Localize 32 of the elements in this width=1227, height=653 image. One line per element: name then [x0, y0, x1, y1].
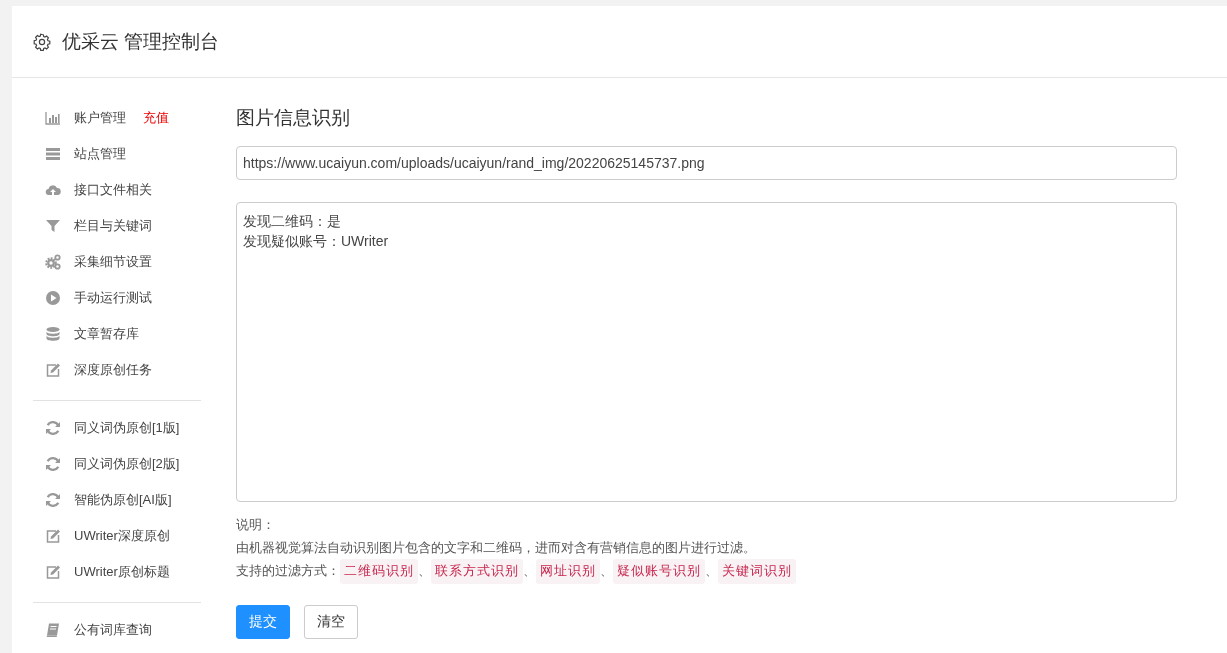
filter-tag: 二维码识别 — [340, 559, 418, 584]
sidebar-item[interactable]: 文章暂存库 — [74, 325, 139, 343]
sidebar-item[interactable]: 站点管理 — [74, 145, 126, 163]
separator-text: 、 — [705, 562, 718, 580]
sidebar-item[interactable]: 手动运行测试 — [74, 289, 152, 307]
sidebar-item[interactable]: 采集细节设置 — [74, 253, 152, 271]
separator-text: 、 — [418, 562, 431, 580]
sidebar-item[interactable]: 账户管理 — [74, 109, 126, 127]
app-title: 优采云 管理控制台 — [62, 29, 220, 54]
sidebar-item[interactable]: 栏目与关键词 — [74, 217, 152, 235]
sidebar-item[interactable]: 深度原创任务 — [74, 361, 152, 379]
sidebar-item[interactable]: 同义词伪原创[2版] — [74, 455, 180, 473]
page-title: 图片信息识别 — [236, 106, 351, 130]
result-textarea[interactable]: 发现二维码：是 发现疑似账号：UWriter — [236, 202, 1177, 502]
filter-tag: 联系方式识别 — [431, 559, 523, 584]
sidebar-item[interactable]: UWriter原创标题 — [74, 563, 170, 581]
separator-text: 、 — [600, 562, 613, 580]
sidebar-item[interactable]: 同义词伪原创[1版] — [74, 419, 180, 437]
sidebar-item[interactable]: 接口文件相关 — [74, 181, 152, 199]
filters-label: 支持的过滤方式： — [236, 562, 340, 580]
url-field[interactable]: https://www.ucaiyun.com/uploads/ucaiyun/rand_img/20220625145737.png — [236, 146, 1177, 180]
description-text: 由机器视觉算法自动识别图片包含的文字和二维码，进而对含有营销信息的图片进行过滤。 — [236, 538, 757, 557]
separator-text: 、 — [523, 562, 536, 580]
sidebar-item[interactable]: 智能伪原创[AI版] — [74, 491, 172, 509]
notes-heading: 说明： — [236, 516, 276, 534]
filter-tag: 疑似账号识别 — [613, 559, 705, 584]
filter-tag: 关键词识别 — [718, 559, 796, 584]
sidebar-item[interactable]: UWriter深度原创 — [74, 527, 170, 545]
clear-button[interactable]: 清空 — [304, 604, 358, 639]
filter-tag: 网址识别 — [536, 559, 600, 584]
sidebar-item[interactable]: 公有词库查询 — [74, 621, 152, 639]
recharge-link[interactable]: 充值 — [143, 109, 169, 127]
